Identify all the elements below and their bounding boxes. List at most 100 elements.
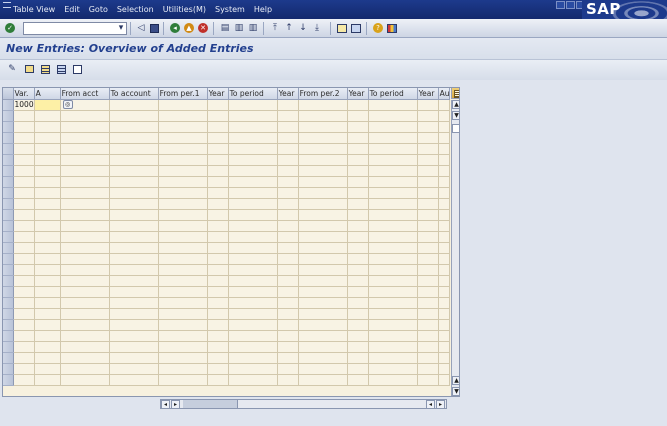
- row-selector[interactable]: [3, 352, 14, 364]
- table-cell[interactable]: [158, 231, 208, 243]
- table-cell[interactable]: [438, 121, 451, 133]
- table-cell[interactable]: [228, 352, 278, 364]
- table-cell[interactable]: [277, 143, 299, 155]
- table-cell[interactable]: [228, 242, 278, 254]
- table-cell[interactable]: [417, 187, 439, 199]
- table-cell[interactable]: [158, 264, 208, 276]
- table-cell[interactable]: [34, 253, 61, 265]
- table-cell[interactable]: [13, 308, 35, 320]
- table-cell[interactable]: [417, 110, 439, 122]
- table-cell[interactable]: [438, 143, 451, 155]
- table-cell[interactable]: [60, 308, 110, 320]
- table-cell[interactable]: [277, 99, 299, 111]
- first-page-icon[interactable]: ⤒: [269, 22, 281, 34]
- table-cell[interactable]: 1000: [13, 99, 35, 111]
- table-cell[interactable]: [34, 341, 61, 353]
- table-cell[interactable]: [207, 121, 229, 133]
- back-arrow-icon[interactable]: ◁: [135, 22, 147, 34]
- table-cell[interactable]: [417, 154, 439, 166]
- table-cell[interactable]: [228, 198, 278, 210]
- table-cell[interactable]: [347, 363, 369, 375]
- cancel-icon[interactable]: ✕: [197, 22, 209, 34]
- command-field[interactable]: [23, 22, 127, 35]
- table-cell[interactable]: [60, 121, 110, 133]
- menu-system[interactable]: System: [215, 5, 245, 14]
- row-selector[interactable]: [3, 275, 14, 287]
- table-cell[interactable]: [158, 198, 208, 210]
- shortcut-icon[interactable]: [350, 22, 362, 34]
- table-cell[interactable]: [228, 110, 278, 122]
- table-cell[interactable]: [13, 209, 35, 221]
- column-header[interactable]: Au: [438, 88, 451, 100]
- table-cell[interactable]: [298, 374, 348, 386]
- table-cell[interactable]: [298, 363, 348, 375]
- table-cell[interactable]: [109, 297, 159, 309]
- table-cell[interactable]: [277, 308, 299, 320]
- table-cell[interactable]: [13, 374, 35, 386]
- table-cell[interactable]: [298, 308, 348, 320]
- table-cell[interactable]: [60, 286, 110, 298]
- table-cell[interactable]: [228, 341, 278, 353]
- table-cell[interactable]: [158, 242, 208, 254]
- table-cell[interactable]: [109, 187, 159, 199]
- system-menu-icon[interactable]: [3, 2, 11, 8]
- row-selector[interactable]: [3, 297, 14, 309]
- table-cell[interactable]: [109, 319, 159, 331]
- table-cell[interactable]: [277, 110, 299, 122]
- horizontal-scrollbar[interactable]: ◂ ▸ ◂ ▸: [160, 399, 447, 409]
- table-cell[interactable]: [368, 209, 418, 221]
- table-cell[interactable]: [417, 319, 439, 331]
- row-selector[interactable]: [3, 341, 14, 353]
- table-cell[interactable]: [277, 363, 299, 375]
- table-cell[interactable]: [368, 308, 418, 320]
- scroll-right-arrow[interactable]: ▸: [436, 400, 445, 409]
- table-cell[interactable]: [13, 110, 35, 122]
- table-cell[interactable]: [347, 165, 369, 177]
- scroll-left-step-arrow[interactable]: ◂: [426, 400, 435, 409]
- table-cell[interactable]: [438, 341, 451, 353]
- table-cell[interactable]: [438, 242, 451, 254]
- table-cell[interactable]: [34, 352, 61, 364]
- table-cell[interactable]: [347, 154, 369, 166]
- row-selector[interactable]: [3, 110, 14, 122]
- table-cell[interactable]: [228, 253, 278, 265]
- minimize-button[interactable]: [556, 1, 565, 9]
- table-cell[interactable]: [298, 341, 348, 353]
- table-cell[interactable]: [34, 110, 61, 122]
- table-cell[interactable]: [158, 143, 208, 155]
- table-cell[interactable]: [207, 297, 229, 309]
- table-cell[interactable]: [438, 330, 451, 342]
- table-cell[interactable]: [417, 297, 439, 309]
- table-cell[interactable]: [298, 220, 348, 232]
- table-cell[interactable]: [417, 242, 439, 254]
- table-cell[interactable]: [158, 308, 208, 320]
- exit-icon[interactable]: ▲: [183, 22, 195, 34]
- table-cell[interactable]: [60, 209, 110, 221]
- row-selector[interactable]: [3, 253, 14, 265]
- table-cell[interactable]: [109, 264, 159, 276]
- table-cell[interactable]: [368, 341, 418, 353]
- table-cell[interactable]: [60, 363, 110, 375]
- table-cell[interactable]: [228, 231, 278, 243]
- table-cell[interactable]: [277, 286, 299, 298]
- table-cell[interactable]: [438, 286, 451, 298]
- table-cell[interactable]: [109, 220, 159, 232]
- table-cell[interactable]: [207, 143, 229, 155]
- table-cell[interactable]: [13, 220, 35, 232]
- row-selector[interactable]: [3, 220, 14, 232]
- table-cell[interactable]: [13, 352, 35, 364]
- table-cell[interactable]: [109, 363, 159, 375]
- table-cell[interactable]: [207, 198, 229, 210]
- table-cell[interactable]: [298, 330, 348, 342]
- table-cell[interactable]: [34, 286, 61, 298]
- table-cell[interactable]: [277, 176, 299, 188]
- row-selector[interactable]: [3, 319, 14, 331]
- table-cell[interactable]: [109, 121, 159, 133]
- table-cell[interactable]: [277, 352, 299, 364]
- table-cell[interactable]: [347, 341, 369, 353]
- search-help-icon[interactable]: ◎: [62, 100, 73, 109]
- row-selector[interactable]: [3, 363, 14, 375]
- table-cell[interactable]: [417, 253, 439, 265]
- help-icon[interactable]: ?: [372, 22, 384, 34]
- table-cell[interactable]: [109, 275, 159, 287]
